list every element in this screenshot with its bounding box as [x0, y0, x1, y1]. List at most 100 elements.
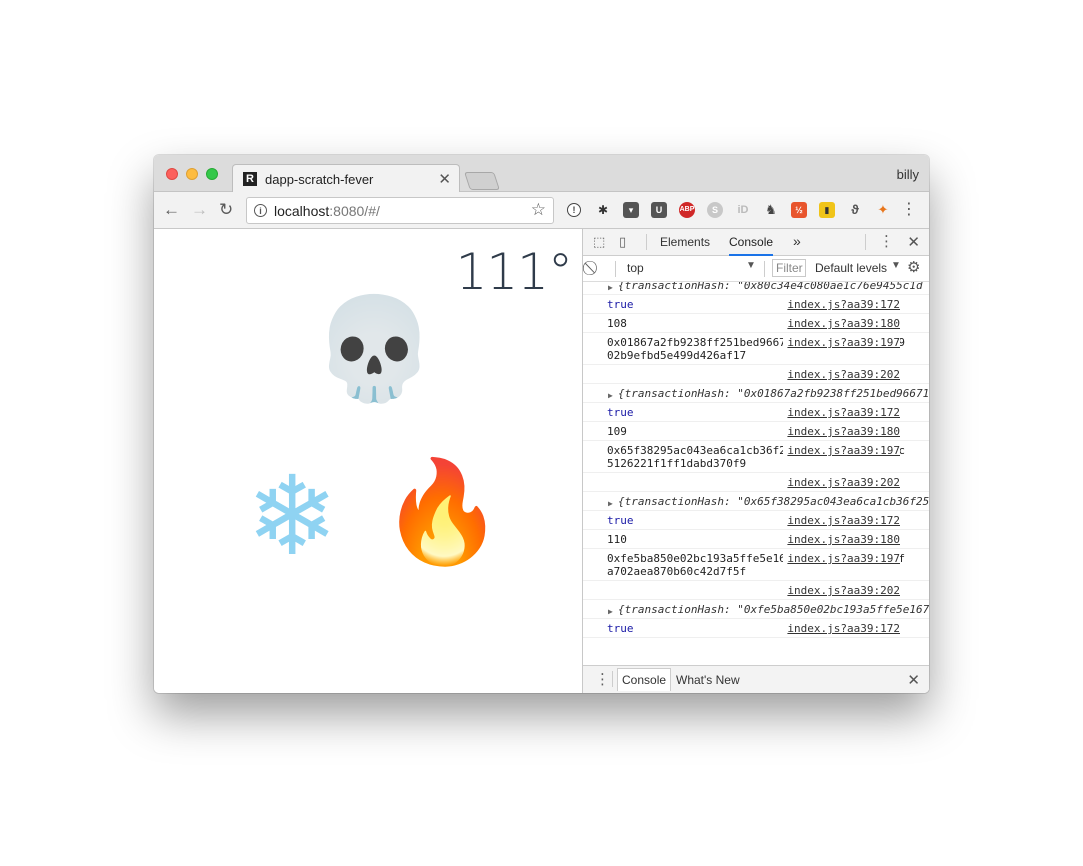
reload-icon[interactable]: ↻ [219, 200, 233, 220]
console-row: 0x01867a2fb9238ff251bed966717e44216c388b… [583, 333, 929, 365]
console-settings-gear-icon[interactable]: ⚙ [907, 258, 920, 276]
extension-yellow-icon[interactable]: ▮ [819, 202, 835, 218]
source-link[interactable]: index.js?aa39:197 [783, 444, 900, 457]
extension-skype-icon[interactable]: S [707, 202, 723, 218]
object-string-value: "0xfe5ba850e02bc193a5ffe5e167 [737, 603, 929, 616]
divider [612, 671, 613, 687]
address-bar[interactable]: i localhost:8080/#/ ☆ [246, 197, 554, 224]
console-row: 0xfe5ba850e02bc193a5ffe5e1677eaa459bdf25… [583, 549, 929, 581]
console-row: index.js?aa39:202 [583, 473, 929, 492]
extension-evernote-icon[interactable]: ♞ [763, 202, 779, 218]
drawer-close-icon[interactable]: ✕ [907, 671, 920, 689]
console-row: 111index.js?aa39:180 [583, 638, 929, 640]
devtools-menu-icon[interactable]: ⋮ [879, 232, 894, 250]
browser-window: R dapp-scratch-fever ✕ billy ← → ↻ i loc… [154, 155, 929, 693]
source-link[interactable]: index.js?aa39:172 [783, 298, 900, 311]
drawer-tab-whats-new[interactable]: What's New [676, 673, 740, 687]
bookmark-star-icon[interactable]: ☆ [531, 200, 546, 220]
extension-id-icon[interactable]: iD [735, 202, 751, 218]
more-tabs-icon[interactable]: » [793, 233, 801, 249]
window-minimize-button[interactable] [186, 168, 198, 180]
tab-favicon-icon: R [243, 172, 257, 186]
info-icon[interactable]: i [254, 204, 267, 217]
extension-eyes-icon[interactable]: ✱ [595, 202, 611, 218]
object-preview[interactable]: {transactionHash: [607, 603, 737, 616]
back-arrow-icon[interactable]: ← [163, 200, 180, 220]
expand-triangle-icon[interactable]: ▶ [608, 282, 613, 294]
extension-adblock-icon[interactable]: ABP [679, 202, 695, 218]
console-row: ▶ {transactionHash: "0x80c34e4c080ae1c76e… [583, 282, 929, 295]
object-string-value: "0x65f38295ac043ea6ca1cb36f25 [737, 495, 929, 508]
new-tab-button[interactable] [464, 172, 500, 190]
source-link[interactable]: index.js?aa39:180 [783, 317, 900, 330]
tab-elements[interactable]: Elements [660, 235, 710, 249]
context-dropdown-icon[interactable]: ▼ [746, 260, 756, 271]
tab-close-icon[interactable]: ✕ [438, 170, 451, 188]
console-row: ▶ {transactionHash: "0xfe5ba850e02bc193a5… [583, 600, 929, 619]
temperature-display: 111° [455, 243, 573, 301]
extension-shield-icon[interactable]: U [651, 202, 667, 218]
console-row: true index.js?aa39:172 [583, 619, 929, 638]
console-row: 110 index.js?aa39:180 [583, 530, 929, 549]
drawer-menu-icon[interactable]: ⋮ [595, 670, 610, 688]
source-link[interactable]: index.js?aa39:172 [783, 406, 900, 419]
source-link[interactable]: index.js?aa39:202 [783, 476, 900, 489]
console-filter-input[interactable]: Filter [772, 259, 806, 277]
console-row: true index.js?aa39:172 [583, 403, 929, 422]
tab-console[interactable]: Console [729, 235, 774, 256]
browser-menu-icon[interactable]: ⋮ [901, 200, 917, 220]
console-row: index.js?aa39:202 [583, 581, 929, 600]
source-link[interactable]: index.js?aa39:202 [783, 368, 900, 381]
console-row: true index.js?aa39:172 [583, 511, 929, 530]
expand-triangle-icon[interactable]: ▶ [608, 497, 613, 510]
console-row: 0x65f38295ac043ea6ca1cb36f250c2381ab6663… [583, 441, 929, 473]
source-link[interactable]: index.js?aa39:180 [783, 533, 900, 546]
source-link[interactable]: index.js?aa39:172 [783, 622, 900, 635]
fire-icon[interactable]: 🔥 [380, 462, 505, 562]
extension-metamask-icon[interactable]: ✦ [875, 202, 891, 218]
context-selector[interactable]: top [627, 261, 644, 275]
object-preview[interactable]: {transactionHash: [607, 282, 737, 292]
expand-triangle-icon[interactable]: ▶ [608, 389, 613, 402]
log-levels-select[interactable]: Default levels [815, 261, 887, 275]
page-content: 111° 💀 ❄ 🔥 [154, 229, 582, 693]
devtools-close-icon[interactable]: ✕ [907, 233, 920, 251]
drawer-tab-console[interactable]: Console [617, 668, 672, 691]
source-link[interactable]: index.js?aa39:197 [783, 552, 900, 565]
divider [646, 234, 647, 250]
inspect-element-icon[interactable]: ⬚ [593, 234, 605, 250]
extension-feather-icon[interactable]: ϑ [847, 202, 863, 218]
url-text: localhost:8080/#/ [274, 203, 380, 219]
console-filter-bar: ⃠ top ▼ Filter Default levels ▼ ⚙ [583, 256, 929, 282]
profile-name[interactable]: billy [897, 167, 919, 182]
divider [865, 234, 866, 250]
tab-strip: R dapp-scratch-fever ✕ billy [154, 155, 929, 193]
forward-arrow-icon[interactable]: → [191, 200, 208, 220]
tab-title: dapp-scratch-fever [265, 172, 374, 187]
console-rows: ▶ {transactionHash: "0x80c34e4c080ae1c76e… [583, 282, 929, 640]
levels-dropdown-icon[interactable]: ▼ [891, 260, 901, 271]
source-link[interactable]: index.js?aa39:202 [783, 584, 900, 597]
object-string-value: "0x80c34e4c080ae1c76e9455c1d [737, 282, 923, 292]
browser-toolbar: ← → ↻ i localhost:8080/#/ ☆ ! ✱ ▾ U ABP … [154, 192, 929, 229]
source-link[interactable]: index.js?aa39:180 [783, 425, 900, 438]
console-row: 108 index.js?aa39:180 [583, 314, 929, 333]
window-maximize-button[interactable] [206, 168, 218, 180]
object-string-value: "0x01867a2fb9238ff251bed96671 [737, 387, 929, 400]
window-close-button[interactable] [166, 168, 178, 180]
console-row: 109 index.js?aa39:180 [583, 422, 929, 441]
object-preview[interactable]: {transactionHash: [607, 387, 737, 400]
source-link[interactable]: index.js?aa39:172 [783, 514, 900, 527]
source-link[interactable]: index.js?aa39:197 [783, 336, 900, 349]
extension-info-icon[interactable]: ! [567, 203, 581, 217]
console-row: ▶ {transactionHash: "0x01867a2fb9238ff251… [583, 384, 929, 403]
snowflake-icon[interactable]: ❄ [246, 461, 338, 571]
expand-triangle-icon[interactable]: ▶ [608, 605, 613, 618]
device-toolbar-icon[interactable]: ▯ [619, 234, 626, 250]
browser-tab[interactable]: R dapp-scratch-fever ✕ [232, 164, 460, 193]
extension-orange-icon[interactable]: ½ [791, 202, 807, 218]
extension-pocket-icon[interactable]: ▾ [623, 202, 639, 218]
object-preview[interactable]: {transactionHash: [607, 495, 737, 508]
skull-icon[interactable]: 💀 [312, 299, 437, 399]
console-row: ▶ {transactionHash: "0x65f38295ac043ea6ca… [583, 492, 929, 511]
